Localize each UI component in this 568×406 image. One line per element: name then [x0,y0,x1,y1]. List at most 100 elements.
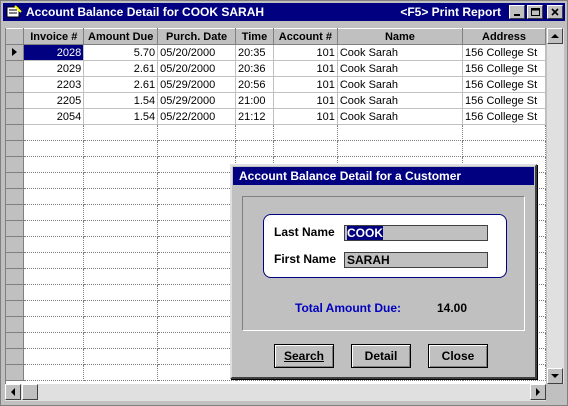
scroll-right-icon[interactable] [530,384,546,400]
empty-cell [157,284,237,301]
col-header-time[interactable]: Time [235,28,274,45]
cell-time[interactable]: 20:36 [235,60,274,77]
table-row[interactable]: 2203 2.61 05/29/2000 20:56 101 Cook Sara… [6,76,546,93]
row-selector[interactable] [6,156,25,173]
col-header-purch-date[interactable]: Purch. Date [157,28,237,45]
close-icon[interactable] [547,5,563,19]
row-selector[interactable] [6,284,25,301]
cell-address[interactable]: 156 College St [462,108,546,125]
cell-name[interactable]: Cook Sarah [337,44,464,61]
row-selector[interactable] [6,316,25,333]
cell-name[interactable]: Cook Sarah [337,92,464,109]
row-selector[interactable] [6,172,25,189]
row-selector[interactable] [6,108,25,125]
row-selector[interactable] [6,92,25,109]
cell-date[interactable]: 05/20/2000 [157,44,237,61]
cell-amount[interactable]: 2.61 [83,76,159,93]
cell-account[interactable]: 101 [273,76,338,93]
cell-time[interactable]: 20:35 [235,44,274,61]
cell-date[interactable]: 05/22/2000 [157,108,237,125]
minimize-icon[interactable] [509,5,525,19]
row-selector[interactable] [6,188,25,205]
window-titlebar[interactable]: Account Balance Detail for COOK SARAH <F… [3,3,565,21]
detail-button[interactable]: Detail [351,344,411,368]
row-selector[interactable] [6,140,25,157]
cell-address[interactable]: 156 College St [462,92,546,109]
cell-amount[interactable]: 1.54 [83,108,159,125]
cell-invoice[interactable]: 2029 [23,60,85,77]
first-name-field[interactable]: SARAH [344,252,488,268]
table-row[interactable]: 2028 5.70 05/20/2000 20:35 101 Cook Sara… [6,44,546,61]
empty-cell [462,124,546,141]
horizontal-scrollbar[interactable] [5,384,546,401]
table-row[interactable]: 2205 1.54 05/29/2000 21:00 101 Cook Sara… [6,92,546,109]
scroll-left-icon[interactable] [5,384,21,400]
cell-time[interactable]: 20:56 [235,76,274,93]
empty-cell [83,284,159,301]
search-button[interactable]: Search [274,344,334,368]
cell-address[interactable]: 156 College St [462,76,546,93]
print-report-shortcut[interactable]: <F5> Print Report [400,5,501,19]
empty-cell [23,268,85,285]
cell-invoice[interactable]: 2203 [23,76,85,93]
scroll-thumb[interactable] [22,384,38,400]
maximize-icon[interactable] [527,5,543,19]
cell-time[interactable]: 21:12 [235,108,274,125]
cell-date[interactable]: 05/29/2000 [157,92,237,109]
cell-invoice[interactable]: 2205 [23,92,85,109]
empty-cell [157,156,237,173]
cell-name[interactable]: Cook Sarah [337,76,464,93]
row-selector[interactable] [6,220,25,237]
cell-account[interactable]: 101 [273,44,338,61]
row-selector[interactable] [6,364,25,381]
table-row[interactable]: 2029 2.61 05/20/2000 20:36 101 Cook Sara… [6,60,546,77]
cell-name[interactable]: Cook Sarah [337,60,464,77]
cell-invoice[interactable]: 2028 [23,44,85,61]
empty-cell [83,252,159,269]
row-selector[interactable] [6,252,25,269]
cell-account[interactable]: 101 [273,108,338,125]
row-selector[interactable] [6,124,25,141]
customer-dialog: Account Balance Detail for a Customer La… [230,164,537,379]
cell-invoice[interactable]: 2054 [23,108,85,125]
dialog-title[interactable]: Account Balance Detail for a Customer [233,167,534,185]
cell-amount[interactable]: 5.70 [83,44,159,61]
last-name-field[interactable]: COOK [344,225,488,241]
empty-cell [23,188,85,205]
table-row[interactable]: 2054 1.54 05/22/2000 21:12 101 Cook Sara… [6,108,546,125]
cell-time[interactable]: 21:00 [235,92,274,109]
row-selector[interactable] [6,204,25,221]
row-selector[interactable] [6,348,25,365]
vertical-scrollbar[interactable] [547,28,564,384]
cell-amount[interactable]: 1.54 [83,92,159,109]
empty-cell [157,236,237,253]
row-selector[interactable] [6,268,25,285]
cell-date[interactable]: 05/29/2000 [157,76,237,93]
row-selector[interactable] [6,60,25,77]
row-selector[interactable] [6,300,25,317]
cell-account[interactable]: 101 [273,92,338,109]
cell-account[interactable]: 101 [273,60,338,77]
empty-cell [23,172,85,189]
empty-cell [23,124,85,141]
cell-name[interactable]: Cook Sarah [337,108,464,125]
close-button[interactable]: Close [428,344,488,368]
col-header-name[interactable]: Name [337,28,464,45]
cell-amount[interactable]: 2.61 [83,60,159,77]
scroll-up-icon[interactable] [547,28,563,44]
row-selector[interactable] [6,236,25,253]
name-group: Last Name COOK First Name SARAH [263,214,507,278]
col-header-account[interactable]: Account # [273,28,338,45]
empty-cell [83,316,159,333]
cell-date[interactable]: 05/20/2000 [157,60,237,77]
row-selector[interactable] [6,76,25,93]
empty-cell [83,140,159,157]
scroll-down-icon[interactable] [547,368,563,384]
empty-cell [157,252,237,269]
row-selector[interactable] [6,332,25,349]
col-header-amount-due[interactable]: Amount Due [83,28,159,45]
col-header-address[interactable]: Address [462,28,546,45]
col-header-invoice[interactable]: Invoice # [23,28,85,45]
cell-address[interactable]: 156 College St [462,60,546,77]
cell-address[interactable]: 156 College St [462,44,546,61]
